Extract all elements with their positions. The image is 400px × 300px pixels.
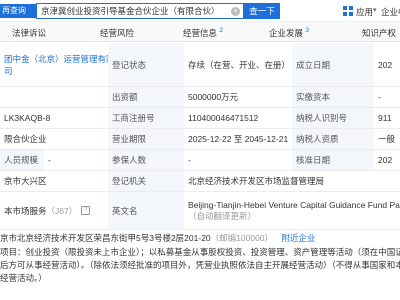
label-taxpayer-id: 纳税人识别号: [292, 108, 374, 128]
partner-value[interactable]: 团中金（北京）运营管理有限 司: [0, 43, 108, 86]
label-staff-size: 人员规模: [0, 150, 44, 170]
zip-code: （邮编100000）: [210, 233, 274, 243]
english-name-value: Beijing-Tianjin-Hebei Venture Capital Gu…: [188, 199, 400, 221]
label-approval-date: 核准日期: [292, 150, 374, 170]
table-row: 京市大兴区 登记机关 北京经济技术开发区市场监督管理局: [0, 171, 400, 192]
label-capital: 出资额: [108, 87, 184, 107]
table-row: 人员规模 - 参保人数 - 核准日期 202: [0, 150, 400, 171]
region-value: 京市大兴区: [4, 176, 47, 186]
scope-line: 后方可从事经营活动）。（除依法须经批准的项目外，凭营业执照依法自主开展经营活动）…: [0, 260, 400, 270]
address-text: 京市北京经济技术开发区荣昌东街甲5号3号楼2层201-20: [0, 233, 211, 243]
reg-no-value: 110400046471512: [188, 113, 259, 123]
table-row: 团中金（北京）运营管理有限 司 登记状态 存续（在营、开业、在册） 成立日期 2…: [0, 43, 400, 87]
clear-icon[interactable]: ×: [231, 7, 240, 16]
taxpayer-id-value: 911: [378, 113, 392, 123]
label-term: 营业期限: [108, 129, 184, 149]
status-value: 存续（在营、开业、在册）: [188, 59, 291, 70]
top-right-link[interactable]: 企业中: [381, 6, 400, 18]
business-scope: 项目：创业投资（限投资未上市企业）；以私募基金从事股权投资、投资管理、资产管理等…: [0, 246, 400, 285]
nearby-companies-link[interactable]: 附近企业: [281, 233, 315, 243]
capital-value: 5000000万元: [188, 92, 239, 102]
section-tabs: 法律诉讼 经营风险 经营信息 2 企业发展 3 知识产权: [0, 22, 400, 42]
label-authority: 登记机关: [108, 171, 184, 191]
insured-value: -: [188, 155, 191, 165]
company-type-value: 限合伙企业: [4, 134, 47, 144]
label-status: 登记状态: [108, 43, 184, 86]
search-button[interactable]: 查一下: [244, 3, 280, 19]
search-box[interactable]: ×: [36, 3, 244, 19]
scope-line: 经营活动。）: [0, 273, 47, 283]
label-founded: 成立日期: [292, 43, 374, 86]
scope-line: 项目：创业投资（限投资未上市企业）；以私募基金从事股权投资、投资管理、资产管理等…: [0, 247, 400, 257]
label-insured: 参保人数: [108, 150, 184, 170]
staff-size-value: -: [48, 155, 51, 165]
term-value: 2025-12-22 至 2045-12-21: [188, 134, 289, 144]
chevron-down-icon[interactable]: ▾: [373, 6, 377, 14]
credit-code-value: LK3KAQB-8: [4, 113, 51, 123]
table-row: LK3KAQB-8 工商注册号 110400046471512 纳税人识别号 9…: [0, 108, 400, 129]
tab-count: 3: [305, 27, 310, 35]
tab-ip[interactable]: 知识产权: [362, 27, 396, 39]
approval-date-value: 202: [378, 155, 393, 165]
table-row: 出资额 5000000万元 实缴资本 -: [0, 87, 400, 108]
tab-development[interactable]: 企业发展 3: [269, 27, 309, 39]
founded-value: 202: [378, 59, 393, 70]
empty-cell: [0, 87, 108, 107]
table-row: 限合伙企业 营业期限 2025-12-22 至 2045-12-21 纳税人资质…: [0, 129, 400, 150]
info-icon[interactable]: ?: [81, 206, 91, 215]
apps-grid-icon[interactable]: [343, 6, 353, 16]
label-english-name: 英文名: [108, 192, 184, 229]
table-row: 本市场服务 （J67）? 英文名 Beijing-Tianjin-Hebei Ve…: [0, 192, 400, 230]
label-taxpayer-qual: 纳税人资质: [292, 129, 374, 149]
taxpayer-qual-value: 一般: [378, 134, 396, 144]
label-reg-no: 工商注册号: [108, 108, 184, 128]
apps-menu-label[interactable]: 应用: [356, 6, 373, 18]
address-line: 京市北京经济技术开发区荣昌东街甲5号3号楼2层201-20（邮编100000） …: [0, 232, 400, 246]
top-left-link[interactable]: 再查询: [0, 4, 36, 18]
paid-capital-value: -: [378, 92, 381, 102]
label-paid-capital: 实缴资本: [292, 87, 374, 107]
tab-risk[interactable]: 经营风险: [100, 27, 134, 39]
authority-value: 北京经济技术开发区市场监督管理局: [188, 176, 325, 186]
tab-legal[interactable]: 法律诉讼: [12, 27, 46, 39]
tab-business-info[interactable]: 经营信息 2: [183, 27, 223, 39]
industry-value: 本市场服务 （J67）?: [0, 192, 108, 229]
tab-count: 2: [219, 27, 224, 35]
search-input[interactable]: [37, 4, 227, 18]
top-bar: 再查询 × 查一下 应用 ▾ 企业中: [0, 0, 400, 22]
